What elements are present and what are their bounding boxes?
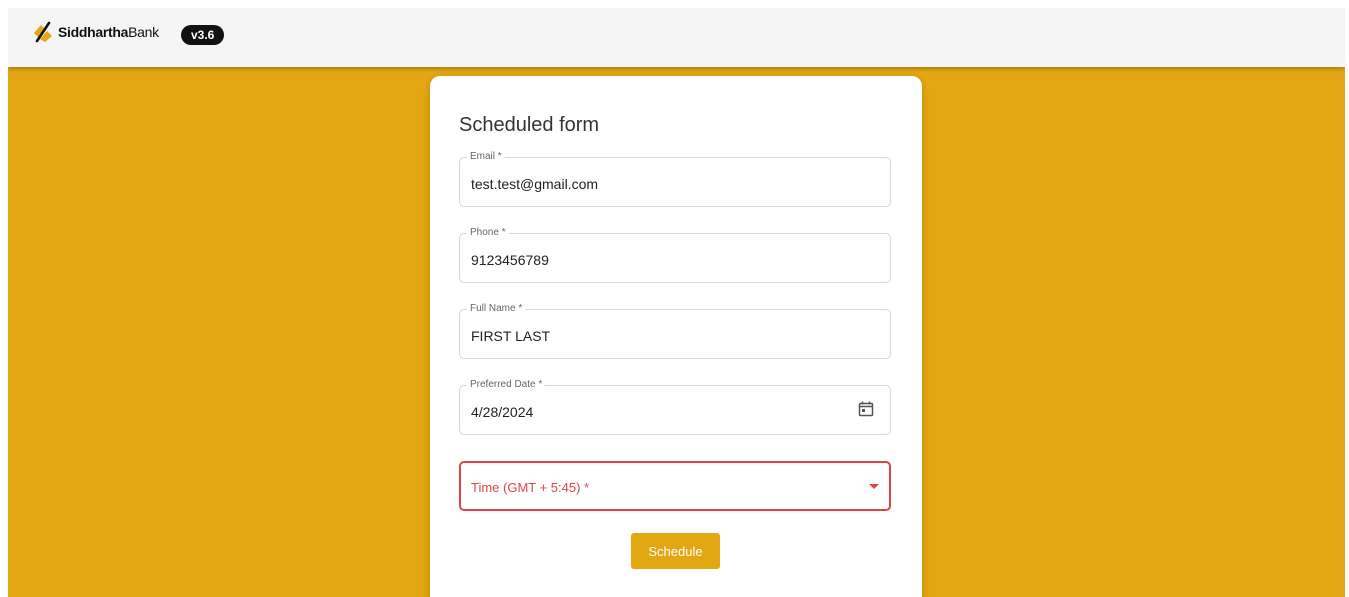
email-label: Email * [467, 151, 505, 163]
full-name-label: Full Name * [467, 303, 526, 315]
time-select[interactable]: Time (GMT + 5:45) * [459, 461, 891, 511]
preferred-date-value: 4/28/2024 [471, 404, 534, 420]
brand-name-regular: Bank [128, 24, 159, 40]
time-select-placeholder: Time (GMT + 5:45) * [471, 480, 590, 495]
bank-logo[interactable]: SiddharthaBank [32, 21, 159, 43]
preferred-date-field[interactable]: Preferred Date * 4/28/2024 [459, 379, 891, 435]
phone-field[interactable]: Phone * 9123456789 [459, 227, 891, 283]
full-name-value: FIRST LAST [471, 328, 551, 344]
brand-name: SiddharthaBank [58, 24, 159, 40]
dropdown-caret-icon[interactable] [869, 484, 879, 489]
form-title: Scheduled form [459, 114, 600, 136]
email-field[interactable]: Email * test.test@gmail.com [459, 151, 891, 207]
logo-mark-icon [34, 21, 52, 43]
top-navbar: SiddharthaBank v3.6 [8, 8, 1345, 67]
schedule-form-card: Scheduled form Email * test.test@gmail.c… [430, 76, 922, 597]
app-frame: SiddharthaBank v3.6 Scheduled form Email… [8, 8, 1345, 597]
phone-value: 9123456789 [471, 252, 549, 268]
schedule-button[interactable]: Schedule [631, 533, 720, 569]
version-badge: v3.6 [181, 25, 225, 45]
calendar-icon[interactable] [858, 401, 874, 417]
full-name-field[interactable]: Full Name * FIRST LAST [459, 303, 891, 359]
brand-name-bold: Siddhartha [58, 24, 129, 40]
phone-label: Phone * [467, 227, 509, 239]
email-value: test.test@gmail.com [471, 176, 599, 192]
preferred-date-label: Preferred Date * [467, 379, 546, 391]
